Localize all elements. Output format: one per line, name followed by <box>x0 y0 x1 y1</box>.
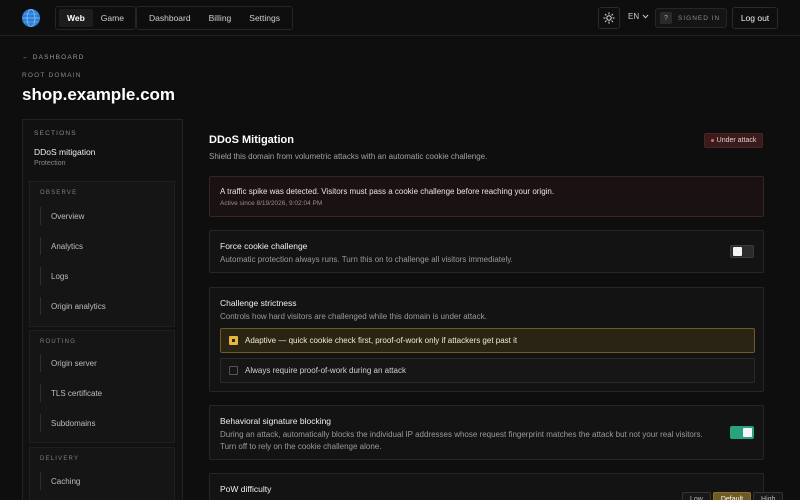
pow-card: PoW difficulty Low Default High <box>209 473 784 500</box>
sidebar-item-analytics[interactable]: Analytics <box>40 237 83 255</box>
toggle-knob <box>743 428 752 437</box>
top-bar: Web Game Dashboard Billing Settings EN ?… <box>0 0 800 36</box>
checkbox-checked <box>229 336 238 345</box>
strictness-title: Challenge strictness <box>220 298 297 308</box>
status-dot-icon <box>710 139 714 142</box>
chevron-down-icon <box>642 14 649 19</box>
sidebar-item-origin-server[interactable]: Origin server <box>40 354 97 372</box>
sidebar-item-subdomains[interactable]: Subdomains <box>40 414 95 432</box>
sidebar-item-origin-analytics[interactable]: Origin analytics <box>40 297 106 315</box>
globe-logo-icon[interactable] <box>22 9 40 27</box>
strictness-card: Challenge strictness Controls how hard v… <box>209 287 764 392</box>
sidebar-item-caching[interactable]: Caching <box>40 472 80 490</box>
section-subtitle: Shield this domain from volumetric attac… <box>209 152 488 161</box>
nav-billing[interactable]: Billing <box>200 9 241 27</box>
force-cookie-desc: Automatic protection always runs. Turn t… <box>220 255 513 264</box>
sidebar-item-tls-certificate[interactable]: TLS certificate <box>40 384 102 402</box>
strictness-option-always-pow[interactable]: Always require proof-of-work during an a… <box>220 358 755 383</box>
language-value: EN <box>628 12 640 21</box>
pow-low-button[interactable]: Low <box>682 492 711 500</box>
sun-icon <box>603 12 615 24</box>
current-section-title[interactable]: DDoS mitigation <box>34 147 95 157</box>
signed-in-indicator: ? SIGNED IN <box>655 8 727 28</box>
status-badge: Under attack <box>704 133 763 148</box>
behavioral-title: Behavioral signature blocking <box>220 416 332 426</box>
root-domain-label: ROOT DOMAIN <box>22 72 82 79</box>
sidebar-group-delivery: DELIVERY Caching <box>29 447 175 500</box>
section-title: DDoS Mitigation <box>209 134 294 146</box>
group-label-observe: OBSERVE <box>40 190 78 196</box>
tab-web[interactable]: Web <box>59 9 93 27</box>
group-label-routing: ROUTING <box>40 339 77 345</box>
behavioral-desc-line2: Turn off to rely on the cookie challenge… <box>220 442 382 451</box>
page-title: shop.example.com <box>22 85 176 104</box>
option-label: Always require proof-of-work during an a… <box>245 366 406 375</box>
product-switcher: Web Game <box>55 6 136 30</box>
help-icon[interactable]: ? <box>660 12 672 24</box>
option-label: Adaptive — quick cookie check first, pro… <box>245 336 518 345</box>
back-to-dashboard-link[interactable]: ← DASHBOARD <box>22 54 85 61</box>
pow-title: PoW difficulty <box>220 484 272 494</box>
strictness-option-adaptive[interactable]: Adaptive — quick cookie check first, pro… <box>220 328 755 353</box>
force-cookie-title: Force cookie challenge <box>220 241 308 251</box>
strictness-desc: Controls how hard visitors are challenge… <box>220 312 487 321</box>
nav-dashboard[interactable]: Dashboard <box>140 9 200 27</box>
pow-default-button[interactable]: Default <box>712 492 752 500</box>
status-badge-label: Under attack <box>716 137 757 144</box>
language-select[interactable]: EN <box>628 12 649 21</box>
signed-in-label: SIGNED IN <box>678 14 721 22</box>
theme-toggle-button[interactable] <box>598 7 620 29</box>
pow-high-button[interactable]: High <box>753 492 784 500</box>
logout-button[interactable]: Log out <box>732 7 778 29</box>
behavioral-toggle[interactable] <box>730 426 754 439</box>
sidebar-group-observe: OBSERVE Overview Analytics Logs Origin a… <box>29 181 175 327</box>
toggle-knob <box>733 247 742 256</box>
attack-alert: A traffic spike was detected. Visitors m… <box>209 176 764 217</box>
sections-label: SECTIONS <box>34 130 77 137</box>
alert-timestamp: Active since 8/19/2026, 9:02:04 PM <box>220 200 323 207</box>
sidebar: SECTIONS DDoS mitigation Protection OBSE… <box>22 119 183 500</box>
pow-difficulty-selector: Low Default High <box>682 492 784 500</box>
alert-message: A traffic spike was detected. Visitors m… <box>220 187 555 196</box>
current-section-subtitle: Protection <box>34 160 66 167</box>
sidebar-item-logs[interactable]: Logs <box>40 267 68 285</box>
tab-game[interactable]: Game <box>93 9 132 27</box>
checkbox-unchecked <box>229 366 238 375</box>
force-cookie-card: Force cookie challenge Automatic protect… <box>209 230 764 273</box>
behavioral-desc-line1: During an attack, automatically blocks t… <box>220 430 703 439</box>
sidebar-group-routing: ROUTING Origin server TLS certificate Su… <box>29 330 175 443</box>
behavioral-card: Behavioral signature blocking During an … <box>209 405 764 460</box>
main-nav: Dashboard Billing Settings <box>136 6 293 30</box>
nav-settings[interactable]: Settings <box>240 9 289 27</box>
group-label-delivery: DELIVERY <box>40 456 80 462</box>
sidebar-item-overview[interactable]: Overview <box>40 207 84 225</box>
force-cookie-toggle[interactable] <box>730 245 754 258</box>
